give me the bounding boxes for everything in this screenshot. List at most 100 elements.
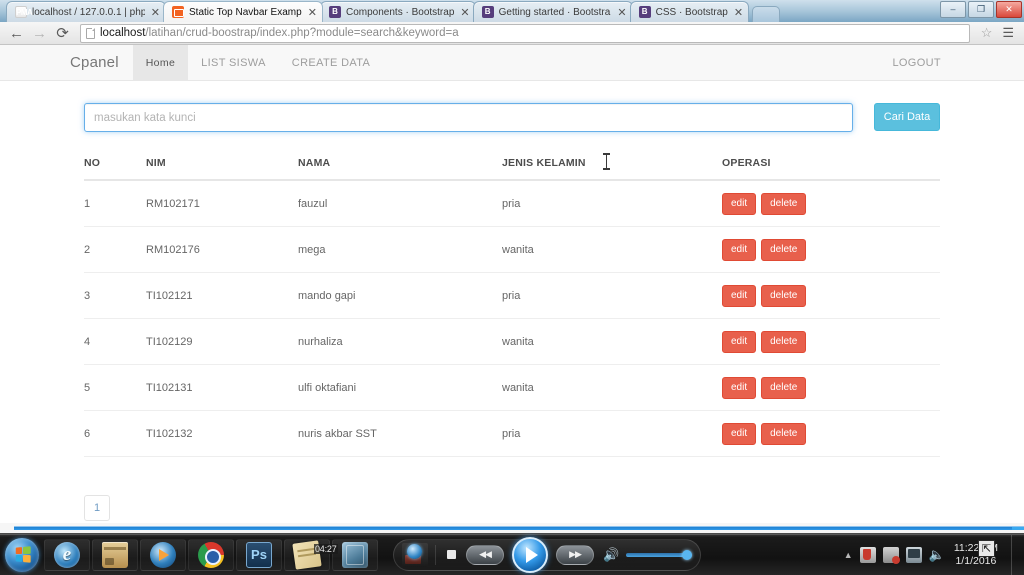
cell-jenis-kelamin: pria	[502, 272, 722, 319]
media-play-button[interactable]	[512, 536, 548, 573]
search-input[interactable]	[84, 103, 853, 132]
delete-button[interactable]: delete	[761, 193, 807, 215]
taskbar-item-internet-explorer[interactable]	[44, 538, 90, 571]
search-submit-button[interactable]: Cari Data	[874, 103, 940, 131]
edit-button[interactable]: edit	[722, 331, 757, 353]
browser-tab-4[interactable]: B CSS · Bootstrap ✕	[629, 1, 750, 22]
start-button[interactable]	[5, 537, 39, 572]
network-status-icon[interactable]	[882, 546, 900, 564]
new-tab-button[interactable]	[752, 6, 781, 22]
cell-nama: nurhaliza	[298, 318, 502, 365]
cell-no: 1	[84, 180, 146, 227]
cell-nama: ulfi oktafiani	[298, 364, 502, 411]
tab-close-icon[interactable]: ✕	[308, 6, 317, 19]
page-info-icon	[86, 27, 95, 39]
cell-nim: TI102129	[146, 318, 298, 365]
delete-button[interactable]: delete	[761, 423, 807, 445]
media-next-button[interactable]: ▶▶	[556, 544, 594, 565]
close-window-button[interactable]: ✕	[996, 1, 1022, 18]
row-actions: edit delete	[722, 285, 940, 307]
system-tray: ▲ 🔈 11:22 PM 1/1/2016	[844, 534, 1024, 575]
bootstrap-blue-icon: B	[638, 6, 651, 18]
nav-item-home[interactable]: Home	[132, 45, 189, 80]
minimize-button[interactable]: –	[940, 1, 966, 18]
browser-tab-strip: PMA localhost / 127.0.0.1 | phpM ✕ Stati…	[0, 0, 1024, 22]
tab-close-icon[interactable]: ✕	[460, 6, 469, 19]
browser-tab-title: CSS · Bootstrap	[655, 6, 728, 18]
delete-button[interactable]: delete	[761, 377, 807, 399]
cell-nim: TI102131	[146, 364, 298, 411]
edit-button[interactable]: edit	[722, 193, 757, 215]
cell-operasi: edit delete	[722, 410, 940, 457]
url-host: localhost	[100, 27, 146, 39]
edit-button[interactable]: edit	[722, 285, 757, 307]
nav-item-logout[interactable]: LOGOUT	[879, 45, 954, 80]
cell-no: 3	[84, 272, 146, 319]
windows-media-player-icon	[150, 541, 176, 568]
browser-menu-icon[interactable]: ☰	[1000, 25, 1016, 41]
volume-icon[interactable]: 🔊	[603, 547, 619, 563]
navbar-brand[interactable]: Cpanel	[70, 45, 133, 80]
tab-close-icon[interactable]: ✕	[151, 6, 160, 19]
taskbar-item-file-explorer[interactable]	[92, 538, 138, 571]
delete-button[interactable]: delete	[761, 285, 807, 307]
screen: PMA localhost / 127.0.0.1 | phpM ✕ Stati…	[0, 0, 1024, 575]
nav-item-create-data[interactable]: CREATE DATA	[279, 45, 383, 80]
pagination-page-1[interactable]: 1	[84, 495, 110, 521]
taskbar-item-virtualbox[interactable]	[332, 538, 378, 571]
table-row: 6 TI102132 nuris akbar SST pria edit del…	[84, 410, 940, 457]
bookmark-star-icon[interactable]: ☆	[979, 25, 995, 41]
browser-tab-title: localhost / 127.0.0.1 | phpM	[32, 6, 145, 18]
cell-operasi: edit delete	[722, 272, 940, 319]
row-actions: edit delete	[722, 377, 940, 399]
display-settings-icon[interactable]	[905, 546, 922, 563]
close-icon: ✕	[1005, 4, 1013, 14]
taskbar-item-photoshop[interactable]	[236, 538, 282, 571]
cell-nim: RM102171	[146, 180, 298, 227]
edit-button[interactable]: edit	[722, 423, 757, 445]
maximize-button[interactable]: ❐	[968, 1, 994, 18]
column-header-no: NO	[84, 157, 146, 181]
media-previous-button[interactable]: ◀◀	[466, 544, 504, 565]
forward-icon[interactable]: →	[31, 26, 48, 41]
edit-button[interactable]: edit	[722, 239, 757, 261]
show-desktop-button[interactable]	[1011, 534, 1019, 575]
tab-close-icon[interactable]: ✕	[617, 6, 626, 19]
browser-tab-2[interactable]: B Components · Bootstrap ✕	[320, 1, 476, 22]
media-progress-bar[interactable]	[0, 523, 1024, 533]
taskbar-item-chrome[interactable]	[188, 538, 234, 571]
column-header-nama: NAMA	[298, 157, 502, 181]
edit-button[interactable]: edit	[722, 377, 757, 399]
students-table: NO NIM NAMA JENIS KELAMIN OPERASI 1 RM10…	[84, 157, 940, 457]
browser-tab-3[interactable]: B Getting started · Bootstrap ✕	[472, 1, 633, 22]
reload-icon[interactable]: ⟳	[54, 26, 71, 41]
address-bar[interactable]: localhost/latihan/crud-boostrap/index.ph…	[80, 23, 970, 43]
back-icon[interactable]: ←	[8, 26, 25, 41]
table-row: 4 TI102129 nurhaliza wanita edit delete	[84, 318, 940, 365]
browser-tab-1[interactable]: Static Top Navbar Example ✕	[163, 1, 323, 22]
cell-nim: TI102132	[146, 410, 298, 457]
delete-button[interactable]: delete	[761, 239, 807, 261]
internet-explorer-icon	[54, 541, 80, 568]
taskbar-item-media-player[interactable]	[140, 538, 186, 571]
media-stop-button[interactable]	[443, 545, 459, 565]
volume-slider[interactable]	[626, 549, 693, 560]
media-progress-track	[14, 526, 1024, 530]
volume-slider-knob[interactable]	[682, 549, 693, 560]
speaker-icon[interactable]: 🔈	[929, 548, 945, 561]
nav-item-list-siswa[interactable]: LIST SISWA	[188, 45, 279, 80]
virtualbox-icon	[342, 541, 368, 568]
delete-button[interactable]: delete	[761, 331, 807, 353]
bootstrap-orange-icon	[172, 6, 184, 18]
browser-tab-0[interactable]: PMA localhost / 127.0.0.1 | phpM ✕	[6, 1, 166, 22]
tab-close-icon[interactable]: ✕	[734, 6, 743, 19]
resize-cursor: ⇱	[978, 540, 995, 557]
media-player-badge-icon	[407, 543, 422, 559]
cell-nim: RM102176	[146, 226, 298, 273]
table-head: NO NIM NAMA JENIS KELAMIN OPERASI	[84, 157, 940, 181]
show-hidden-icons-icon[interactable]: ▲	[844, 550, 853, 560]
bootstrap-blue-icon: B	[329, 6, 341, 18]
window-controls: – ❐ ✕	[938, 1, 1022, 18]
security-alert-icon[interactable]	[859, 546, 876, 563]
pagination: 1	[84, 495, 940, 521]
